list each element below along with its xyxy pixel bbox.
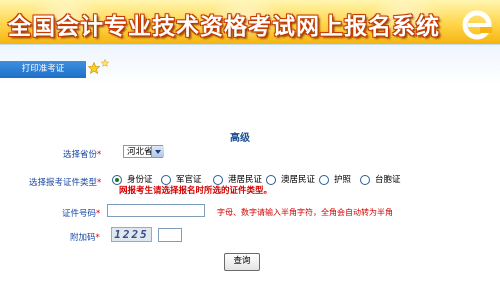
e-logo-icon: [462, 10, 492, 40]
id-number-hint: 字母、数字请输入半角字符，全角会自动转为半角: [217, 208, 393, 217]
radio-passport[interactable]: 护照: [319, 173, 351, 185]
id-number-label: 证件号码*: [62, 209, 101, 219]
nav-bar: 打印准考证: [0, 44, 500, 85]
chevron-down-icon[interactable]: [151, 146, 164, 157]
cert-type-warning: 网报考生请选择报名时所选的证件类型。: [119, 186, 273, 196]
radio-taiwan-permit[interactable]: 台胞证: [360, 173, 401, 185]
captcha-image: 1225: [111, 227, 152, 242]
star-icon: [88, 62, 100, 74]
province-label: 选择省份*: [63, 150, 102, 160]
captcha-label: 附加码*: [70, 233, 100, 243]
radio-macau-resident[interactable]: 澳居民证: [266, 173, 315, 185]
star-icon: [101, 59, 109, 67]
query-button[interactable]: 查询: [224, 253, 260, 271]
captcha-input[interactable]: [158, 228, 182, 242]
id-number-input[interactable]: [107, 204, 205, 217]
section-title: 高级: [230, 133, 250, 144]
banner-title: 全国会计专业技术资格考试网上报名系统: [8, 13, 440, 40]
cert-type-label: 选择报考证件类型*: [29, 178, 102, 188]
header-banner: 全国会计专业技术资格考试网上报名系统: [0, 0, 500, 44]
tab-print-admission[interactable]: 打印准考证: [0, 61, 86, 78]
